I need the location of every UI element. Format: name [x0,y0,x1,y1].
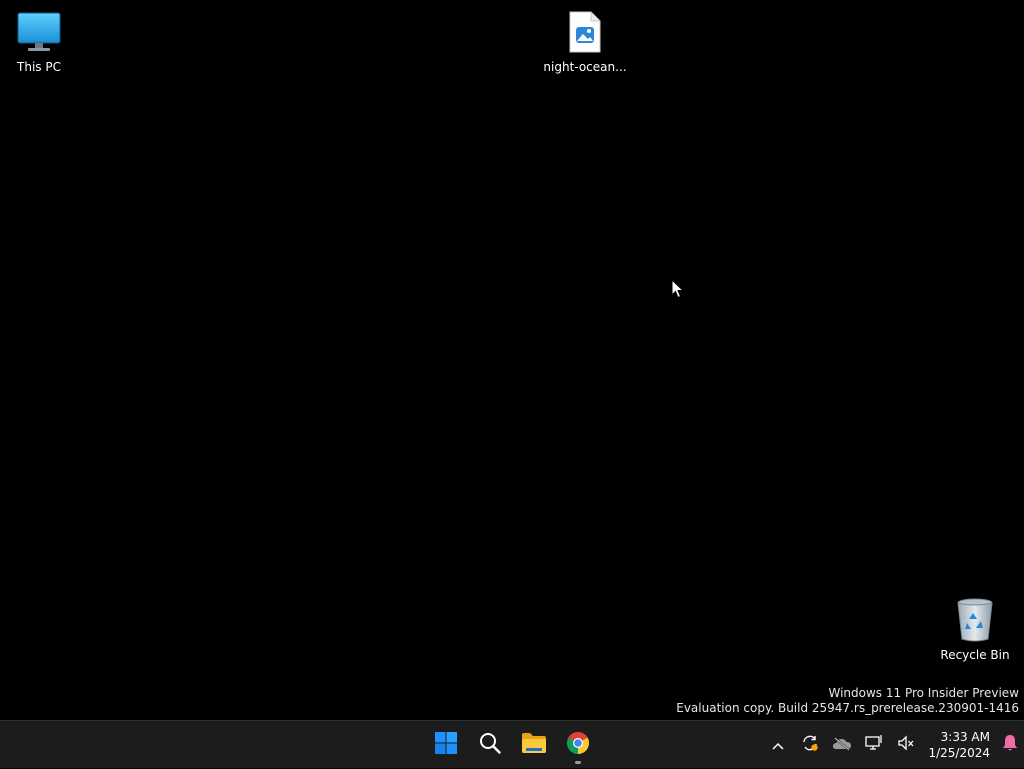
chrome-button[interactable] [556,725,600,765]
onedrive-tray-button[interactable] [826,725,858,765]
volume-muted-icon [897,734,915,756]
start-button[interactable] [424,725,468,765]
mouse-pointer-icon [671,278,685,299]
desktop-icon-label: night-ocean... [543,60,627,74]
clock-date: 1/25/2024 [928,746,990,760]
system-tray: 3:33 AM 1/25/2024 [762,721,1024,769]
sync-tray-button[interactable] [794,725,826,765]
network-tray-button[interactable] [858,725,890,765]
desktop-icon-label: Recycle Bin [940,648,1010,662]
taskbar: 3:33 AM 1/25/2024 [0,720,1024,768]
file-explorer-button[interactable] [512,725,556,765]
windows-evaluation-watermark: Windows 11 Pro Insider Preview Evaluatio… [676,686,1019,716]
desktop-icon-recycle-bin[interactable]: Recycle Bin [933,596,1017,663]
recycle-bin-icon [951,596,999,644]
monitor-icon [15,8,63,56]
volume-tray-button[interactable] [890,725,922,765]
sync-icon [801,734,819,756]
search-button[interactable] [468,725,512,765]
image-file-icon [561,8,609,56]
watermark-build: Evaluation copy. Build 25947.rs_prerelea… [676,701,1019,715]
clock-time: 3:33 AM [940,730,990,744]
chevron-up-icon [771,736,785,755]
desktop-icon-this-pc[interactable]: This PC [0,8,81,75]
bell-icon [1002,734,1018,756]
folder-icon [521,732,547,758]
taskbar-apps [424,721,600,769]
windows-start-icon [434,731,458,759]
running-indicator [575,761,581,764]
chrome-icon [566,731,590,759]
watermark-edition: Windows 11 Pro Insider Preview [828,686,1019,700]
desktop[interactable]: This PC night-ocean... Recycle Bin Windo… [0,0,1024,720]
taskbar-clock[interactable]: 3:33 AM 1/25/2024 [922,725,996,765]
desktop-icon-label: This PC [17,60,61,74]
search-icon [479,732,501,758]
network-icon [865,734,883,756]
show-hidden-icons-button[interactable] [762,725,794,765]
notification-center-button[interactable] [996,725,1024,765]
desktop-icon-night-ocean-file[interactable]: night-ocean... [543,8,627,75]
onedrive-icon [832,736,852,755]
